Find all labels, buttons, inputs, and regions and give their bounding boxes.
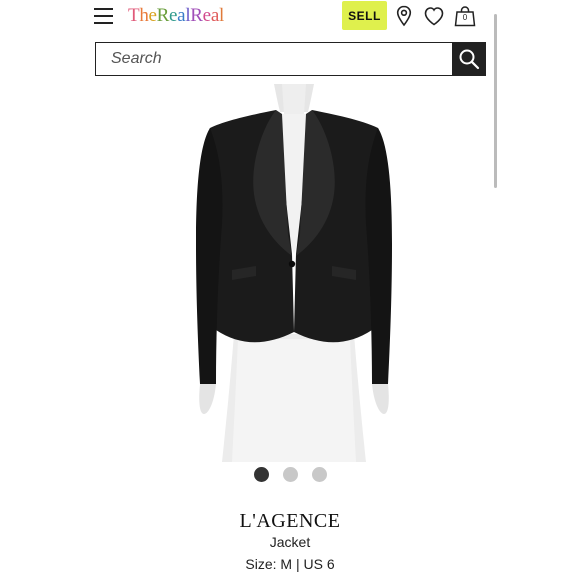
- product-image[interactable]: [196, 84, 392, 464]
- search-bar: [95, 42, 453, 76]
- logo-letter: e: [148, 5, 157, 26]
- product-page: TheRealReal SELL 0 Search L'AGENCE Jacke…: [80, 0, 500, 580]
- carousel-dot[interactable]: [311, 467, 327, 482]
- product-type: Jacket: [269, 534, 311, 550]
- hamburger-menu-icon[interactable]: [94, 6, 114, 26]
- shopping-bag-icon[interactable]: 0: [454, 4, 476, 28]
- logo-letter: R: [190, 5, 203, 26]
- logo-letter: e: [169, 5, 178, 26]
- carousel-dot-active[interactable]: [253, 467, 269, 482]
- logo-letter: R: [156, 5, 170, 26]
- product-brand[interactable]: L'AGENCE: [80, 510, 500, 533]
- image-carousel-dots: [80, 467, 500, 483]
- scrollbar[interactable]: [494, 14, 497, 188]
- top-nav-bar: TheRealReal SELL 0: [80, 0, 500, 36]
- logo-letter: T: [128, 5, 140, 26]
- logo-letter: e: [202, 5, 211, 26]
- product-size: Size: M | US 6: [245, 556, 335, 572]
- heart-icon[interactable]: [422, 4, 446, 28]
- the-realreal-logo[interactable]: TheRealReal: [128, 5, 224, 27]
- search-input[interactable]: [96, 43, 452, 75]
- search-icon: [459, 49, 480, 70]
- logo-letter: h: [139, 5, 149, 26]
- sell-button[interactable]: SELL: [342, 1, 387, 30]
- logo-letter: l: [218, 5, 224, 26]
- carousel-dot[interactable]: [282, 467, 298, 482]
- location-pin-icon[interactable]: [393, 4, 415, 28]
- logo-letter: a: [210, 5, 219, 26]
- search-button[interactable]: [452, 42, 486, 76]
- bag-count-badge: 0: [462, 13, 468, 22]
